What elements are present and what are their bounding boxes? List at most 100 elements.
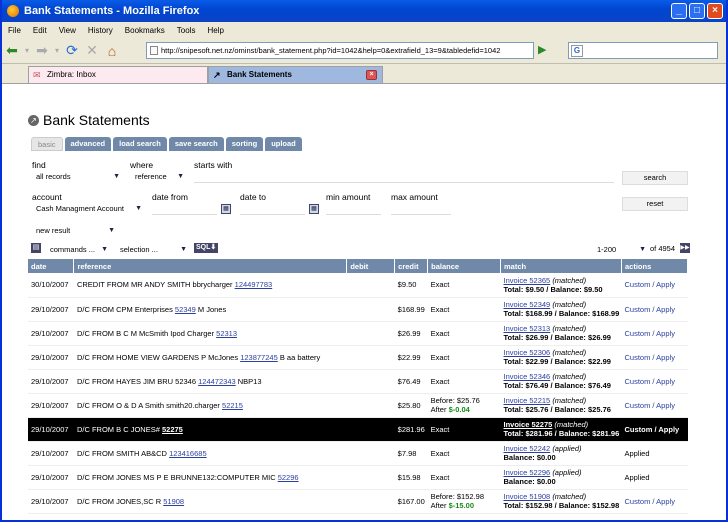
col-credit[interactable]: credit [394, 259, 429, 273]
tab-sorting[interactable]: sorting [225, 137, 264, 151]
next-page-icon[interactable]: ▶▶ [680, 243, 690, 253]
table-row[interactable]: 29/10/2007 D/C FROM JONES,SC R 51908 $167… [28, 489, 688, 514]
maximize-button[interactable]: □ [689, 3, 705, 19]
actions-cell[interactable]: Applied [621, 465, 688, 490]
actions-text[interactable]: Custom / Apply [625, 305, 675, 314]
actions-text[interactable]: Custom / Apply [625, 280, 675, 289]
find-select[interactable]: all records ▼ [33, 170, 123, 182]
table-row[interactable]: 29/10/2007 D/C FROM B C M McSmith Ipod Ch… [28, 321, 688, 346]
browser-tab-bank[interactable]: ↗ Bank Statements × [208, 66, 383, 83]
table-row[interactable]: 29/10/2007 D/C FROM CPM Enterprises 52349… [28, 297, 688, 322]
search-button[interactable]: search [622, 171, 688, 185]
home-icon[interactable]: ⌂ [102, 43, 122, 59]
actions-cell[interactable]: Custom / Apply [621, 369, 688, 394]
menu-bookmarks[interactable]: Bookmarks [119, 26, 171, 35]
actions-text[interactable]: Custom / Apply [625, 425, 680, 434]
invoice-link[interactable]: Invoice 52349 [504, 300, 551, 309]
actions-cell[interactable]: Custom / Apply [621, 345, 688, 370]
close-tab-icon[interactable]: × [366, 70, 377, 80]
selection-select[interactable]: selection ... ▼ [117, 243, 190, 255]
invoice-link[interactable]: Invoice 52242 [504, 444, 551, 453]
tab-upload[interactable]: upload [265, 137, 302, 151]
dropdown-icon[interactable]: ▾ [22, 46, 32, 55]
menu-tools[interactable]: Tools [171, 26, 202, 35]
url-bar[interactable]: http://snipesoft.net.nz/ominst/bank_stat… [146, 42, 534, 59]
table-row[interactable]: 29/10/2007 D/C FROM O & D A Smith smith20… [28, 393, 688, 418]
search-text-input[interactable] [194, 171, 614, 183]
min-amount-input[interactable] [326, 203, 381, 215]
tab-load-search[interactable]: load search [113, 137, 167, 151]
table-row[interactable]: 29/10/2007 D/C FROM SMITH AB&CD 123416685… [28, 441, 688, 466]
forward-icon[interactable]: ➡ [32, 42, 52, 59]
actions-text[interactable]: Custom / Apply [625, 497, 675, 506]
reference-link[interactable]: 123416685 [169, 449, 207, 458]
menu-help[interactable]: Help [201, 26, 229, 35]
tab-basic[interactable]: basic [31, 137, 63, 151]
printer-icon[interactable]: ▤ [31, 243, 41, 253]
invoice-link[interactable]: Invoice 52306 [504, 348, 551, 357]
menu-file[interactable]: File [2, 26, 27, 35]
actions-cell[interactable]: Custom / Apply [621, 321, 688, 346]
calendar-icon[interactable]: ▦ [309, 204, 319, 214]
actions-text[interactable]: Custom / Apply [625, 377, 675, 386]
reference-link[interactable]: 52275 [162, 425, 183, 434]
commands-select[interactable]: commands ... ▼ [47, 243, 111, 255]
col-match[interactable]: match [500, 259, 622, 273]
actions-cell[interactable]: Custom / Apply [621, 417, 688, 442]
menu-view[interactable]: View [53, 26, 82, 35]
invoice-link[interactable]: Invoice 52365 [504, 276, 551, 285]
invoice-link[interactable]: Invoice 51908 [504, 492, 551, 501]
actions-cell[interactable]: Applied [621, 441, 688, 466]
dropdown-icon[interactable]: ▾ [52, 46, 62, 55]
tab-save-search[interactable]: save search [168, 137, 224, 151]
minimize-button[interactable]: _ [671, 3, 687, 19]
date-to-input[interactable] [240, 203, 305, 215]
tab-advanced[interactable]: advanced [64, 137, 112, 151]
reference-link[interactable]: 123877245 [240, 353, 278, 362]
table-row[interactable]: 29/10/2007 D/C FROM JONES MS P E BRUNNE13… [28, 465, 688, 490]
reference-link[interactable]: 124472343 [198, 377, 236, 386]
col-balance[interactable]: balance [427, 259, 502, 273]
sql-button[interactable]: SQL⬇ [194, 243, 219, 253]
reference-link[interactable]: 52215 [222, 401, 243, 410]
col-reference[interactable]: reference [73, 259, 348, 273]
col-debit[interactable]: debit [346, 259, 396, 273]
reload-icon[interactable]: ⟳ [62, 42, 82, 59]
back-icon[interactable]: ⬅ [2, 42, 22, 59]
reference-link[interactable]: 52349 [175, 305, 196, 314]
close-button[interactable]: × [707, 3, 723, 19]
table-row[interactable]: 29/10/2007 D/C FROM HAYES JIM BRU 52346 1… [28, 369, 688, 394]
reference-link[interactable]: 51908 [163, 497, 184, 506]
where-select[interactable]: reference ▼ [132, 170, 187, 182]
col-date[interactable]: date [28, 259, 75, 273]
col-actions[interactable]: actions [621, 259, 688, 273]
actions-text[interactable]: Custom / Apply [625, 353, 675, 362]
search-bar[interactable]: G [568, 42, 718, 59]
actions-cell[interactable]: Custom / Apply [621, 297, 688, 322]
max-amount-input[interactable] [391, 203, 451, 215]
date-from-input[interactable] [152, 203, 217, 215]
invoice-link[interactable]: Invoice 52313 [504, 324, 551, 333]
actions-text[interactable]: Custom / Apply [625, 401, 675, 410]
browser-tab-zimbra[interactable]: ✉ Zimbra: Inbox [28, 66, 208, 83]
invoice-link[interactable]: Invoice 52346 [504, 372, 551, 381]
menu-edit[interactable]: Edit [27, 26, 53, 35]
actions-cell[interactable]: Custom / Apply [621, 489, 688, 514]
reset-button[interactable]: reset [622, 197, 688, 211]
table-row[interactable]: 29/10/2007 D/C FROM B C JONES# 52275 $281… [28, 417, 688, 442]
reference-link[interactable]: 124497783 [235, 280, 273, 289]
actions-text[interactable]: Applied [625, 449, 650, 458]
invoice-link[interactable]: Invoice 52275 [504, 420, 553, 429]
actions-text[interactable]: Applied [625, 473, 650, 482]
table-row[interactable]: 30/10/2007 CREDIT FROM MR ANDY SMITH bbry… [28, 273, 688, 298]
reference-link[interactable]: 52313 [216, 329, 237, 338]
actions-cell[interactable]: Custom / Apply [621, 273, 688, 298]
account-select[interactable]: Cash Managment Account ▼ [33, 202, 145, 214]
invoice-link[interactable]: Invoice 52296 [504, 468, 551, 477]
actions-cell[interactable]: Custom / Apply [621, 393, 688, 418]
range-select[interactable]: 1-200 ▼ [594, 243, 649, 255]
stop-icon[interactable]: ✕ [82, 42, 102, 59]
go-icon[interactable]: ▶ [538, 43, 552, 57]
calendar-icon[interactable]: ▦ [221, 204, 231, 214]
table-row[interactable]: 29/10/2007 D/C FROM HOME VIEW GARDENS P M… [28, 345, 688, 370]
